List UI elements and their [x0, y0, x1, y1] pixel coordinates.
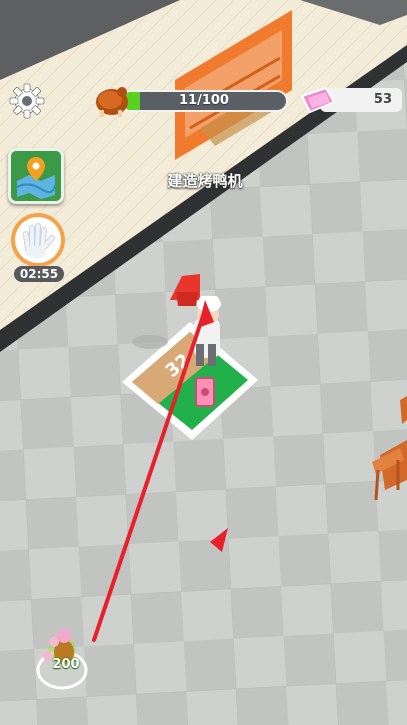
glove-timer: 02:55: [14, 266, 64, 282]
coin-value: 200: [52, 657, 80, 672]
gem-counter: 53: [298, 84, 407, 118]
map-button[interactable]: [8, 148, 64, 204]
pink-card-icon: [195, 377, 215, 407]
progress-bar: 11/100: [120, 90, 288, 112]
task-label: 建造烤鸭机: [167, 172, 243, 190]
map-pin-icon: [16, 157, 56, 199]
duck-progress: 11/100: [92, 80, 292, 122]
gear-icon[interactable]: [8, 82, 46, 120]
glove-boost-button[interactable]: [8, 210, 68, 270]
roast-duck-icon: [96, 87, 128, 117]
pink-gem-icon: [300, 86, 336, 114]
gem-value: 53: [373, 92, 392, 107]
white-glove-icon: [11, 213, 65, 267]
progress-text: 11/100: [179, 93, 229, 108]
